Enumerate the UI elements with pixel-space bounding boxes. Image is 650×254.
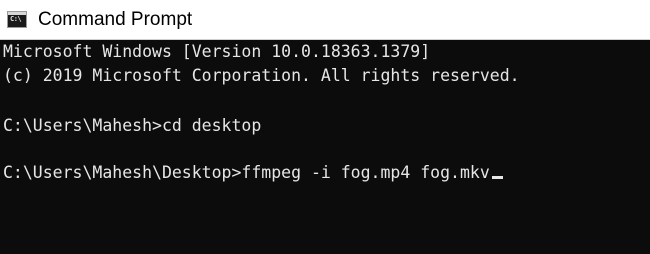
cmd-icon[interactable]: C:\	[7, 11, 27, 28]
window-title: Command Prompt	[38, 9, 193, 30]
console-current-input: C:\Users\Mahesh\Desktop>ffmpeg -i fog.mp…	[3, 163, 490, 182]
command-prompt-window: C:\ Command Prompt Microsoft Windows [Ve…	[0, 0, 650, 254]
title-bar[interactable]: C:\ Command Prompt	[0, 0, 650, 40]
console-line-copyright: (c) 2019 Microsoft Corporation. All righ…	[3, 66, 520, 85]
console-line-version: Microsoft Windows [Version 10.0.18363.13…	[3, 42, 431, 61]
console-output[interactable]: Microsoft Windows [Version 10.0.18363.13…	[0, 40, 650, 254]
console-line-current-command: C:\Users\Mahesh\Desktop>ffmpeg -i fog.mp…	[3, 161, 503, 185]
text-cursor	[491, 176, 503, 179]
console-line-cd-command: C:\Users\Mahesh>cd desktop	[3, 116, 262, 135]
cmd-icon-prompt: C:\	[10, 15, 22, 23]
